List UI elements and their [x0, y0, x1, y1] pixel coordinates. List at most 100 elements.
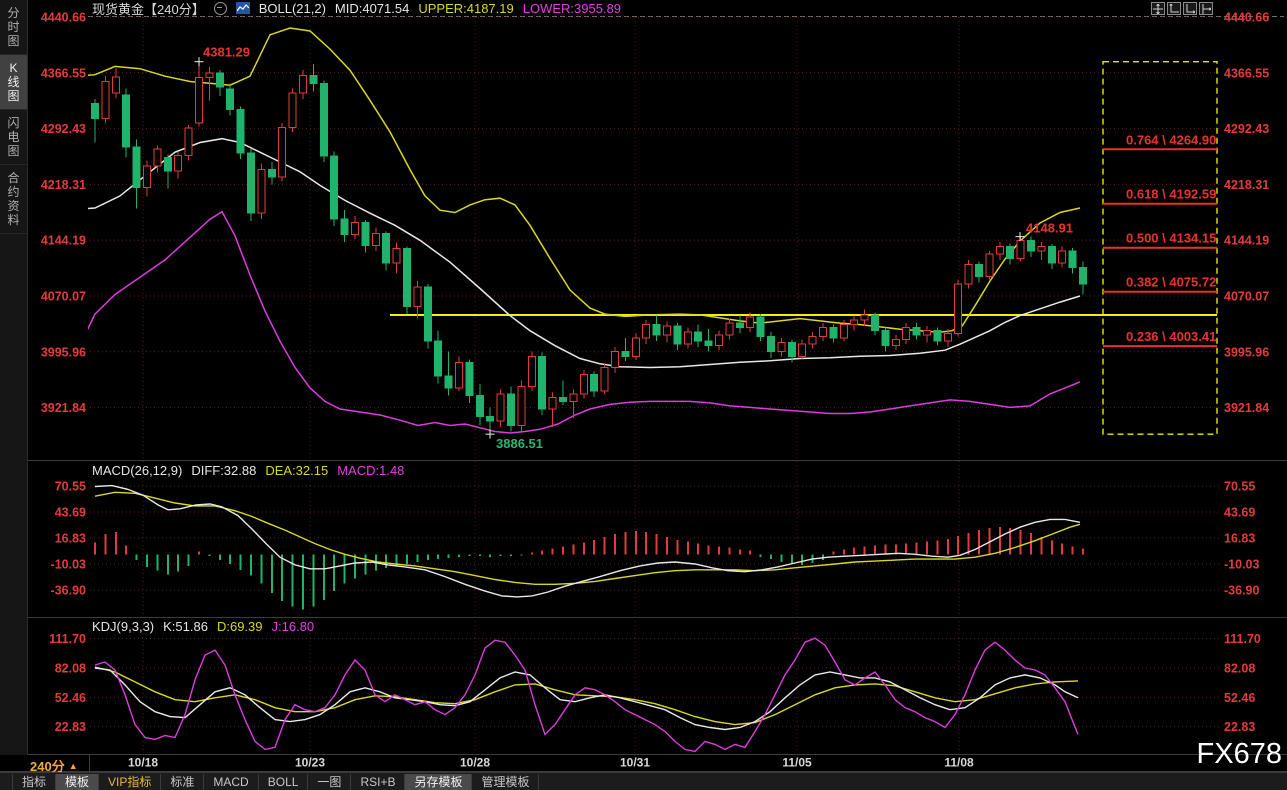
candle [955, 284, 962, 334]
sidebar-item-lightning-chart[interactable]: 闪电图 [0, 110, 27, 165]
candle [1069, 251, 1076, 268]
price-annotation: 3886.51 [496, 436, 543, 451]
main-chart-legend: 现货黄金【240分】 BOLL(21,2) MID:4071.54 UPPER:… [92, 0, 621, 16]
app-root: 0.764 \ 4264.900.618 \ 4192.590.500 \ 41… [0, 0, 1287, 790]
date-label: 11/08 [944, 756, 974, 770]
candle [560, 398, 567, 402]
chart-canvas[interactable]: 0.764 \ 4264.900.618 \ 4192.590.500 \ 41… [0, 0, 1287, 772]
axis-label: 4070.07 [1224, 289, 1269, 303]
candle [352, 222, 359, 234]
candle [695, 332, 702, 341]
candle [445, 376, 452, 388]
candle [320, 84, 327, 156]
macd-pane [90, 486, 1220, 610]
toolbar-item-macd[interactable]: MACD [204, 774, 258, 790]
candle [570, 394, 577, 402]
boll-label: BOLL(21,2) [259, 1, 326, 16]
date-label: 10/23 [295, 756, 325, 770]
candle [861, 315, 868, 320]
candle [123, 95, 130, 147]
candle [133, 147, 140, 188]
toolbar-item-indicators[interactable]: 指标 [12, 774, 56, 790]
candle [497, 394, 504, 421]
axis-scale-right-icon[interactable] [1183, 2, 1197, 15]
axis-label: 52.46 [1224, 691, 1255, 705]
axis-scale-left-icon[interactable] [1167, 2, 1181, 15]
interval-arrow-icon: ▲ [69, 761, 78, 771]
candle [92, 103, 99, 118]
candle [144, 166, 151, 188]
macd-diff-line [95, 486, 1080, 597]
toolbar-item-templates[interactable]: 模板 [56, 774, 99, 790]
main-pane: 0.764 \ 4264.900.618 \ 4192.590.500 \ 41… [32, 17, 1220, 451]
boll-mid-value: MID:4071.54 [335, 1, 409, 16]
fib-level-label: 0.236 \ 4003.41 [1126, 329, 1216, 344]
candle [508, 394, 515, 426]
candle [965, 264, 972, 284]
sidebar-item-time-chart[interactable]: 分时图 [0, 0, 27, 55]
candle [268, 170, 275, 178]
axis-label: 4218.31 [41, 178, 86, 192]
toolbar-item-boll[interactable]: BOLL [259, 774, 309, 790]
candle [362, 222, 369, 245]
chart-type-icon[interactable] [236, 2, 250, 14]
axis-label: 3995.96 [41, 345, 86, 359]
candle [643, 325, 650, 339]
candle [872, 315, 879, 331]
pan-tool-icon[interactable] [1151, 2, 1165, 15]
kdj-j-value: J:16.80 [272, 619, 315, 634]
toolbar-item-standard[interactable]: 标准 [161, 774, 204, 790]
fib-level-label: 0.382 \ 4075.72 [1126, 275, 1216, 290]
candle [632, 338, 639, 356]
candle [1038, 246, 1045, 251]
candle [279, 127, 286, 177]
toolbar-item-vip-indicators[interactable]: VIP指标 [99, 774, 161, 790]
candle [726, 323, 733, 335]
kdj-d-line [95, 667, 1078, 725]
toolbar-item-manage-templates[interactable]: 管理模板 [472, 774, 539, 790]
axis-label: 4440.66 [1224, 11, 1269, 25]
axis-label: 22.83 [55, 720, 86, 734]
axis-label: 82.08 [55, 661, 86, 675]
axis-label: 4144.19 [41, 234, 86, 248]
candle [892, 340, 899, 346]
candle [684, 332, 691, 344]
candle [799, 344, 806, 356]
axis-label: -36.90 [51, 584, 86, 598]
candle [227, 89, 234, 109]
axis-label: 4292.43 [41, 122, 86, 136]
toolbar-item-one-chart[interactable]: 一图 [308, 774, 351, 790]
kdj-d-value: D:69.39 [217, 619, 263, 634]
axis-label: 43.69 [55, 506, 86, 520]
candle [747, 317, 754, 328]
toolbar-item-rsi-b[interactable]: RSI+B [351, 774, 405, 790]
axis-label: 43.69 [1224, 506, 1255, 520]
price-annotation: 4148.91 [1026, 221, 1073, 236]
sidebar-item-contract-info[interactable]: 合约资料 [0, 165, 27, 234]
boll-upper-value: UPPER:4187.19 [418, 1, 513, 16]
date-label: 10/18 [128, 756, 158, 770]
watermark: FX678 [1197, 738, 1282, 771]
axis-label: 4292.43 [1224, 122, 1269, 136]
circle-minus-icon[interactable] [214, 2, 227, 15]
toolbar-item-save-template[interactable]: 另存模板 [405, 774, 472, 790]
candle [809, 337, 816, 345]
macd-macd-value: MACD:1.48 [337, 463, 404, 478]
candle [882, 331, 889, 346]
candles-layer [92, 62, 1087, 434]
candle [487, 416, 494, 421]
candle [820, 328, 827, 337]
sidebar-item-kline-chart[interactable]: K线图 [0, 55, 27, 110]
candle [383, 234, 390, 263]
axis-label: -10.03 [1224, 558, 1259, 572]
candle [1048, 246, 1055, 263]
axis-shift-icon[interactable] [1199, 2, 1213, 15]
candle [736, 323, 743, 328]
candle [310, 75, 317, 83]
date-label: 10/28 [460, 756, 490, 770]
axis-label: 111.70 [1224, 632, 1261, 646]
candle [664, 326, 671, 335]
candle [976, 264, 983, 276]
candle [216, 73, 223, 87]
candle [653, 325, 660, 336]
